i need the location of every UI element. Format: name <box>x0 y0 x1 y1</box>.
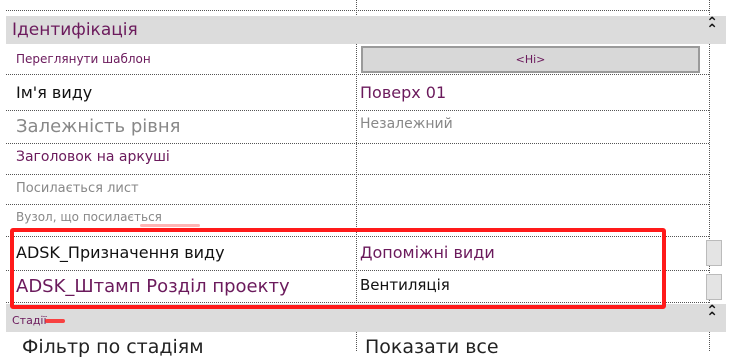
row-label: Переглянути шаблон <box>16 52 151 66</box>
row-scroll-handle[interactable] <box>706 240 722 266</box>
row-label: Ім'я виду <box>16 83 93 102</box>
level-dependency-value: Незалежний <box>360 116 453 132</box>
section-identification[interactable]: Ідентифікація ⌃ ⌃ <box>6 16 726 44</box>
view-name-field[interactable]: Поверх 01 <box>360 83 446 102</box>
row-label: Залежність рівня <box>16 116 181 137</box>
phase-filter-field[interactable]: Показати все <box>365 336 499 358</box>
collapse-icon[interactable]: ⌃ ⌃ <box>706 304 718 325</box>
row-scroll-handle[interactable] <box>706 274 722 300</box>
row-title-on-sheet: Заголовок на аркуші <box>6 143 709 175</box>
view-template-button[interactable]: <Ні> <box>361 46 700 73</box>
red-annotation-mark <box>140 224 200 227</box>
row-label: Заголовок на аркуші <box>16 149 170 165</box>
collapse-icon[interactable]: ⌃ ⌃ <box>706 16 718 37</box>
highlight-frame <box>10 228 666 309</box>
section-title: Стадії <box>12 314 47 327</box>
section-title: Ідентифікація <box>12 20 138 40</box>
red-annotation-mark <box>45 319 65 323</box>
properties-panel: Ідентифікація ⌃ ⌃ Переглянути шаблон <Ні>… <box>0 0 748 358</box>
clipped-top-row <box>0 0 748 16</box>
row-level-dependency: Залежність рівня Незалежний <box>6 110 709 144</box>
row-label: Фільтр по стадіям <box>22 336 204 358</box>
row-referencing-sheet: Посилається лист <box>6 174 709 205</box>
row-label: Посилається лист <box>16 181 139 196</box>
row-view-name: Ім'я виду Поверх 01 <box>6 74 709 111</box>
row-label: Вузол, що посилається <box>16 210 162 224</box>
row-view-template: Переглянути шаблон <Ні> <box>6 44 709 75</box>
